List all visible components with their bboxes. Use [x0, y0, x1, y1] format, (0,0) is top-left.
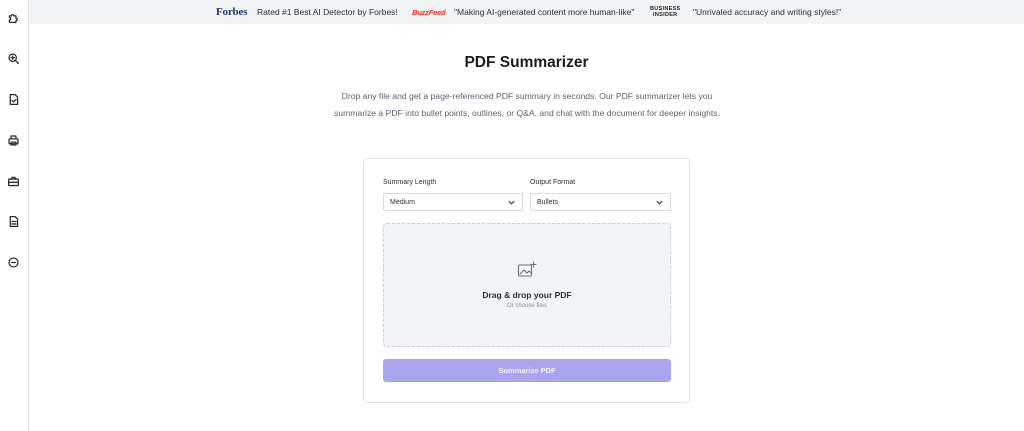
forbes-quote: Rated #1 Best AI Detector by Forbes!: [257, 0, 398, 24]
bi-logo-line2: INSIDER: [653, 12, 678, 18]
bi-quote-text: "Unrivaled accuracy and writing styles!": [693, 7, 842, 17]
buzzfeed-logo: BuzzFeed: [412, 0, 446, 24]
buzzfeed-quote: "Making AI-generated content more human-…: [454, 0, 634, 24]
image-add-icon: [517, 261, 537, 279]
summary-length-select[interactable]: Medium: [383, 193, 523, 211]
output-format-value: Bullets: [537, 198, 559, 206]
summarize-pdf-button[interactable]: Summarize PDF: [383, 359, 671, 382]
puzzle-icon[interactable]: [6, 10, 20, 24]
summarizer-card: Summary Length Medium Output Format Bull…: [363, 158, 690, 403]
chevron-down-icon: [655, 198, 664, 207]
choose-files-link[interactable]: Or choose files: [384, 303, 670, 309]
buzzfeed-logo-text: BuzzFeed: [412, 7, 446, 17]
briefcase-icon[interactable]: [6, 174, 20, 188]
sidebar: [0, 0, 29, 431]
buzzfeed-quote-text: "Making AI-generated content more human-…: [454, 7, 635, 17]
page-title: PDF Summarizer: [464, 54, 589, 71]
document-check-icon[interactable]: [6, 92, 20, 106]
document-text-icon[interactable]: [6, 214, 20, 228]
minus-circle-icon[interactable]: [6, 255, 20, 269]
output-format-select[interactable]: Bullets: [530, 193, 671, 211]
forbes-logo: Forbes: [216, 0, 247, 24]
page-description: Drop any file and get a page-referenced …: [334, 91, 720, 118]
summary-length-value: Medium: [390, 198, 415, 206]
business-insider-logo: BUSINESS INSIDER: [650, 0, 681, 24]
chevron-down-icon: [507, 198, 516, 207]
forbes-quote-text: Rated #1 Best AI Detector by Forbes!: [257, 7, 398, 17]
output-format-label: Output Format: [530, 179, 576, 186]
dropzone-title: Drag & drop your PDF: [482, 290, 572, 300]
summary-length-label: Summary Length: [383, 179, 437, 186]
forbes-logo-text: Forbes: [216, 6, 248, 18]
pdf-dropzone[interactable]: Drag & drop your PDF Or choose files: [383, 223, 671, 347]
business-insider-quote: "Unrivaled accuracy and writing styles!": [693, 0, 841, 24]
press-banner: Forbes Rated #1 Best AI Detector by Forb…: [29, 0, 1024, 24]
printer-icon[interactable]: [6, 133, 20, 147]
search-zoom-icon[interactable]: [6, 51, 20, 65]
